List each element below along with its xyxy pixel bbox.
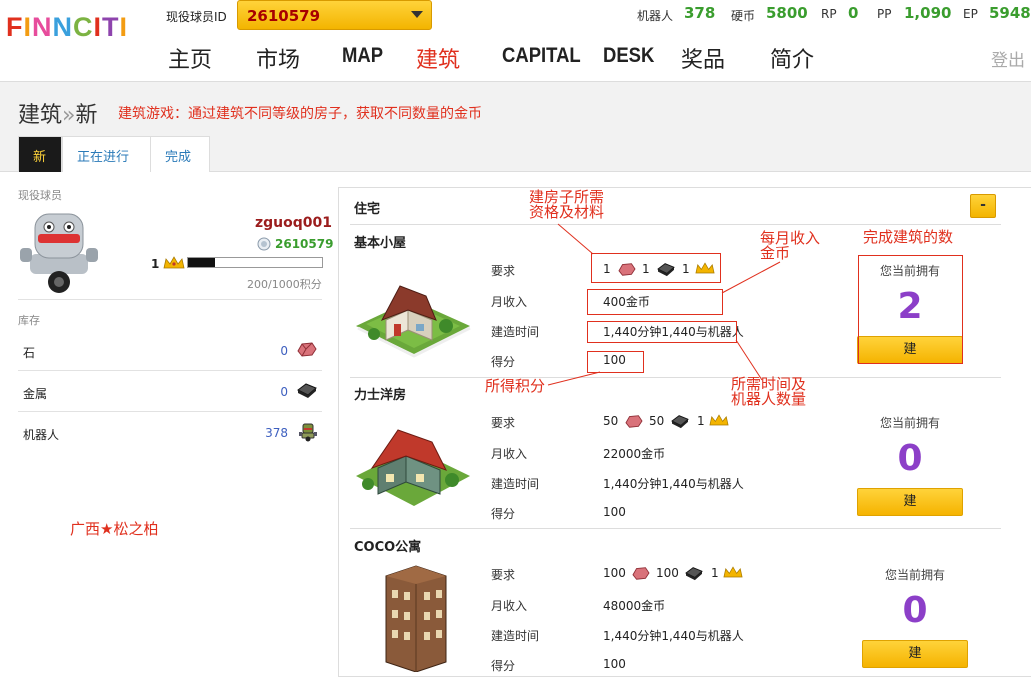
annotation-lines <box>547 223 781 386</box>
